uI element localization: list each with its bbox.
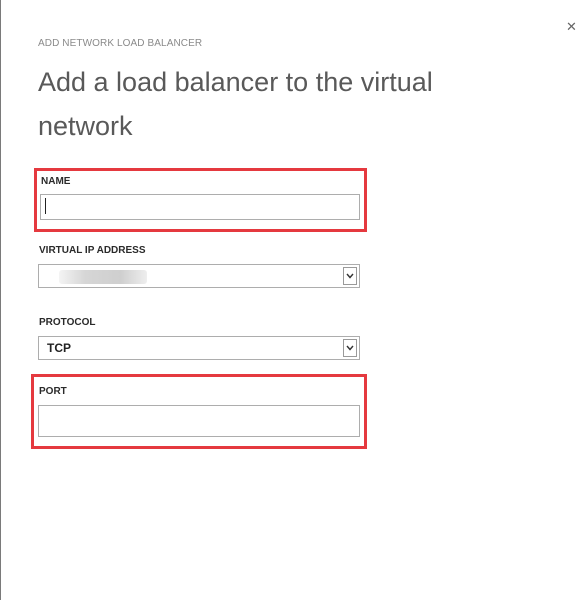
close-button[interactable]: ✕ <box>566 20 576 34</box>
virtual-ip-label: VIRTUAL IP ADDRESS <box>39 245 146 256</box>
protocol-label: PROTOCOL <box>39 317 96 328</box>
chevron-down-icon <box>346 345 354 351</box>
virtual-ip-select[interactable] <box>38 264 360 288</box>
virtual-ip-dropdown-button[interactable] <box>343 267 357 285</box>
close-icon: ✕ <box>566 20 576 34</box>
name-input[interactable] <box>40 194 360 220</box>
protocol-select[interactable]: TCP <box>38 336 360 360</box>
port-input[interactable] <box>38 405 360 437</box>
text-cursor <box>45 198 46 214</box>
chevron-down-icon <box>346 273 354 279</box>
panel-left-border <box>0 0 1 600</box>
virtual-ip-value-redacted <box>59 270 147 284</box>
port-label: PORT <box>39 386 67 397</box>
name-label: NAME <box>41 176 71 187</box>
dialog-subtitle: ADD NETWORK LOAD BALANCER <box>38 38 203 49</box>
dialog-title: Add a load balancer to the virtual netwo… <box>38 67 433 141</box>
protocol-value: TCP <box>47 341 71 355</box>
protocol-dropdown-button[interactable] <box>343 339 357 357</box>
